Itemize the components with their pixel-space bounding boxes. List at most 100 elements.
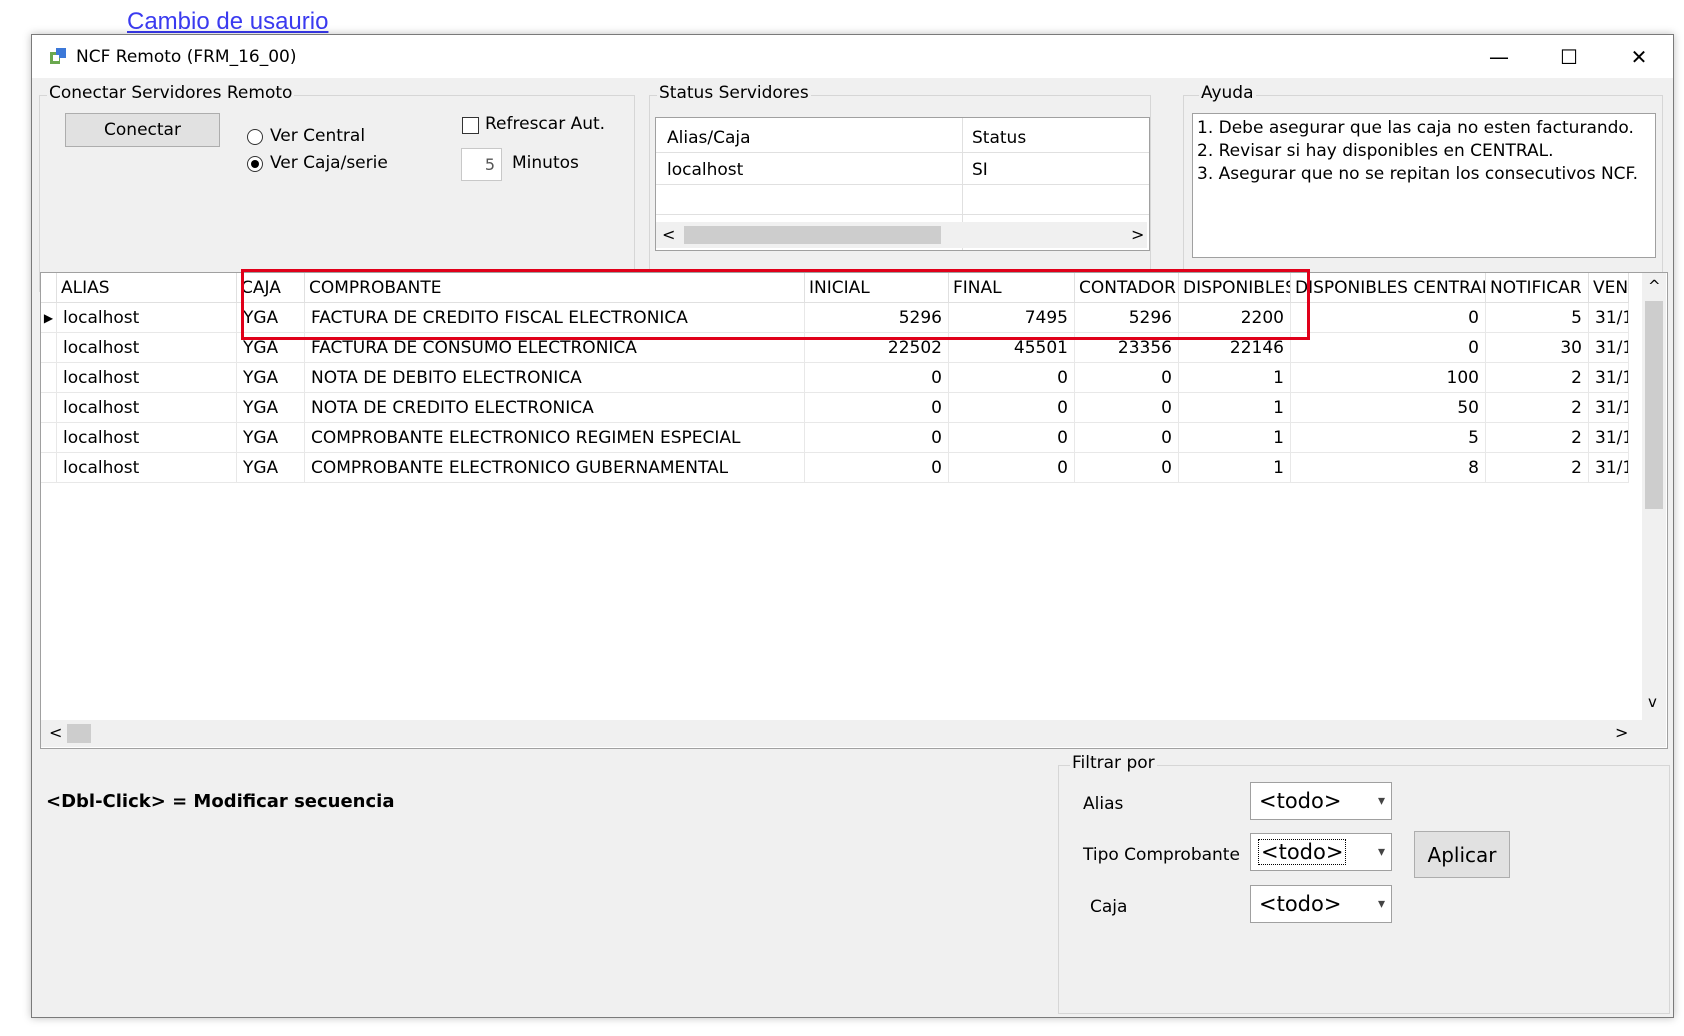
cell-notificar[interactable]: 30 xyxy=(1486,333,1589,363)
cell-final[interactable]: 0 xyxy=(949,393,1075,423)
status-group-legend: Status Servidores xyxy=(657,83,811,103)
chevron-down-icon: ▾ xyxy=(1377,896,1385,912)
status-header-alias: Alias/Caja xyxy=(667,128,751,148)
filter-alias-value: <todo> xyxy=(1259,789,1342,813)
ver-caja-radio[interactable] xyxy=(247,156,263,172)
cell-notificar[interactable]: 2 xyxy=(1486,453,1589,483)
cell-alias[interactable]: localhost xyxy=(57,393,237,423)
status-hscrollbar[interactable]: < > xyxy=(656,222,1147,248)
minutes-label: Minutos xyxy=(512,153,579,173)
refresh-checkbox[interactable] xyxy=(462,117,479,134)
cell-alias[interactable]: localhost xyxy=(57,333,237,363)
cell-notificar[interactable]: 2 xyxy=(1486,363,1589,393)
cell-final[interactable]: 0 xyxy=(949,363,1075,393)
cell-caja[interactable]: YGA xyxy=(237,393,305,423)
cell-disponibles[interactable]: 1 xyxy=(1179,393,1291,423)
cell-contador[interactable]: 0 xyxy=(1075,393,1179,423)
status-list[interactable]: Alias/Caja Status localhost SI < > xyxy=(655,117,1150,251)
minutes-input[interactable]: 5 xyxy=(461,148,502,181)
cell-disponibles-central[interactable]: 50 xyxy=(1291,393,1486,423)
cell-comprobante[interactable]: COMPROBANTE ELECTRONICO REGIMEN ESPECIAL xyxy=(305,423,805,453)
cell-disponibles[interactable]: 1 xyxy=(1179,453,1291,483)
filter-tipo-value: <todo> xyxy=(1257,839,1347,865)
cell-ven[interactable]: 31/1 xyxy=(1589,423,1629,453)
cell-caja[interactable]: YGA xyxy=(237,363,305,393)
col-header-alias[interactable]: ALIAS xyxy=(57,273,237,303)
row-header[interactable] xyxy=(41,453,57,483)
row-header[interactable] xyxy=(41,393,57,423)
row-header[interactable] xyxy=(41,363,57,393)
filter-tipo-label: Tipo Comprobante xyxy=(1083,845,1240,865)
apply-filter-button[interactable]: Aplicar xyxy=(1414,831,1510,878)
cell-ven[interactable]: 31/1 xyxy=(1589,453,1629,483)
col-header-ven[interactable]: VEN xyxy=(1589,273,1629,303)
status-scroll-left-icon[interactable]: < xyxy=(662,225,675,244)
grid-scroll-up-icon[interactable]: ^ xyxy=(1648,277,1661,295)
filter-alias-select[interactable]: <todo> ▾ xyxy=(1250,782,1392,820)
cell-notificar[interactable]: 2 xyxy=(1486,423,1589,453)
cell-caja[interactable]: YGA xyxy=(237,453,305,483)
grid-scroll-left-icon[interactable]: < xyxy=(49,723,62,742)
minimize-button[interactable]: — xyxy=(1465,35,1533,78)
cell-final[interactable]: 0 xyxy=(949,423,1075,453)
cell-alias[interactable]: localhost xyxy=(57,363,237,393)
cell-disponibles-central[interactable]: 0 xyxy=(1291,303,1486,333)
grid-hscroll-thumb[interactable] xyxy=(67,724,91,743)
cell-ven[interactable]: 31/1 xyxy=(1589,393,1629,423)
cell-inicial[interactable]: 0 xyxy=(805,423,949,453)
chevron-down-icon: ▾ xyxy=(1377,793,1385,809)
cell-comprobante[interactable]: NOTA DE DEBITO ELECTRONICA xyxy=(305,363,805,393)
ver-central-radio[interactable] xyxy=(247,129,263,145)
cell-inicial[interactable]: 0 xyxy=(805,393,949,423)
cell-comprobante[interactable]: NOTA DE CREDITO ELECTRONICA xyxy=(305,393,805,423)
cell-contador[interactable]: 0 xyxy=(1075,363,1179,393)
cell-disponibles-central[interactable]: 5 xyxy=(1291,423,1486,453)
row-header[interactable]: ▶ xyxy=(41,303,57,333)
col-header-disponibles-central[interactable]: DISPONIBLES CENTRAL xyxy=(1291,273,1486,303)
refresh-label: Refrescar Aut. xyxy=(485,114,606,134)
status-scroll-right-icon[interactable]: > xyxy=(1131,225,1144,244)
filter-tipo-select[interactable]: <todo> ▾ xyxy=(1250,833,1392,871)
cell-final[interactable]: 0 xyxy=(949,453,1075,483)
cell-ven[interactable]: 31/1 xyxy=(1589,363,1629,393)
chevron-down-icon: ▾ xyxy=(1377,844,1385,860)
app-icon xyxy=(50,48,66,64)
cell-alias[interactable]: localhost xyxy=(57,453,237,483)
cell-disponibles-central[interactable]: 100 xyxy=(1291,363,1486,393)
cell-inicial[interactable]: 0 xyxy=(805,453,949,483)
cell-ven[interactable]: 31/1 xyxy=(1589,333,1629,363)
cell-alias[interactable]: localhost xyxy=(57,303,237,333)
cell-alias[interactable]: localhost xyxy=(57,423,237,453)
maximize-button[interactable]: ☐ xyxy=(1535,35,1603,78)
window-title: NCF Remoto (FRM_16_00) xyxy=(76,47,297,67)
filter-caja-select[interactable]: <todo> ▾ xyxy=(1250,885,1392,923)
status-header-status: Status xyxy=(972,128,1027,148)
cell-disponibles-central[interactable]: 8 xyxy=(1291,453,1486,483)
ncf-remote-window: NCF Remoto (FRM_16_00) — ☐ ✕ Conectar Se… xyxy=(31,34,1674,1018)
cell-notificar[interactable]: 5 xyxy=(1486,303,1589,333)
row-header[interactable] xyxy=(41,423,57,453)
grid-vscroll-thumb[interactable] xyxy=(1645,301,1663,509)
grid-scroll-right-icon[interactable]: > xyxy=(1615,723,1628,742)
connect-button[interactable]: Conectar xyxy=(65,113,220,147)
col-header-notificar[interactable]: NOTIFICAR xyxy=(1486,273,1589,303)
status-scroll-thumb[interactable] xyxy=(684,226,941,244)
grid-scroll-down-icon[interactable]: v xyxy=(1648,693,1657,711)
cell-ven[interactable]: 31/1 xyxy=(1589,303,1629,333)
grid-hscrollbar[interactable]: < > xyxy=(41,720,1666,747)
close-button[interactable]: ✕ xyxy=(1605,35,1673,78)
cell-notificar[interactable]: 2 xyxy=(1486,393,1589,423)
grid-vscrollbar[interactable]: ^ v xyxy=(1642,273,1666,720)
cell-contador[interactable]: 0 xyxy=(1075,423,1179,453)
cell-disponibles[interactable]: 1 xyxy=(1179,423,1291,453)
change-user-link[interactable]: Cambio de usaurio xyxy=(127,8,328,36)
cell-caja[interactable]: YGA xyxy=(237,423,305,453)
cell-inicial[interactable]: 0 xyxy=(805,363,949,393)
cell-comprobante[interactable]: COMPROBANTE ELECTRONICO GUBERNAMENTAL xyxy=(305,453,805,483)
ncf-grid[interactable]: ALIAS CAJA COMPROBANTE INICIAL FINAL CON… xyxy=(40,272,1668,749)
row-header[interactable] xyxy=(41,333,57,363)
cell-disponibles[interactable]: 1 xyxy=(1179,363,1291,393)
cell-contador[interactable]: 0 xyxy=(1075,453,1179,483)
cell-disponibles-central[interactable]: 0 xyxy=(1291,333,1486,363)
help-line-2: 2. Revisar si hay disponibles en CENTRAL… xyxy=(1197,141,1554,161)
